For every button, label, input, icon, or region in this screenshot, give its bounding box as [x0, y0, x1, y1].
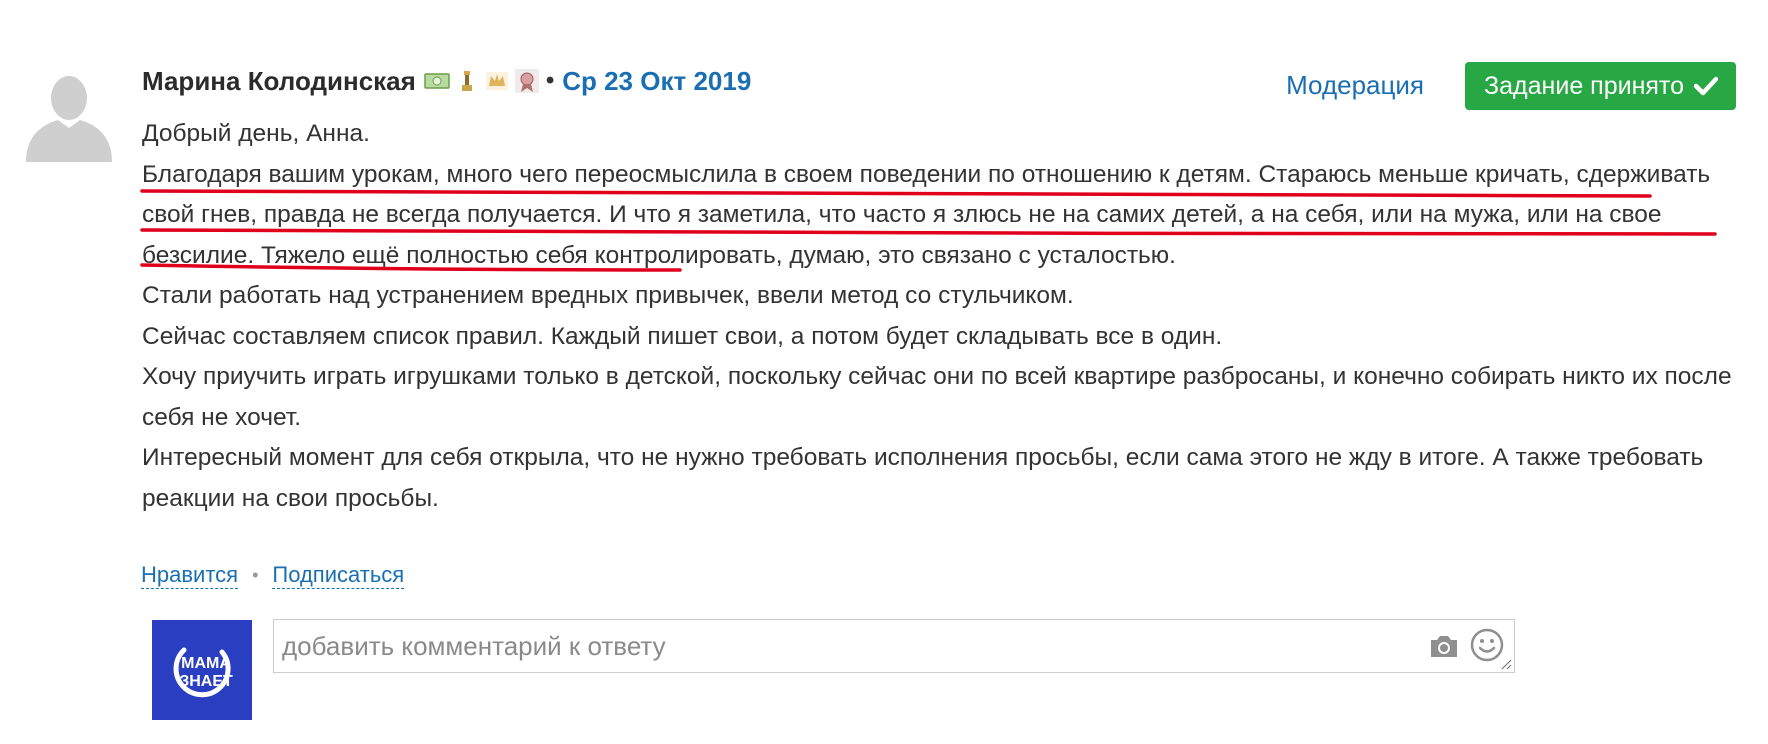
- author-badges: [424, 68, 540, 94]
- post-date[interactable]: Ср 23 Окт 2019: [562, 66, 751, 97]
- comment-paragraph: Стали работать над устранением вредных п…: [142, 282, 1074, 309]
- emoji-smile-icon[interactable]: [1470, 628, 1504, 662]
- logo-text-top: МАМА: [181, 655, 231, 672]
- task-accepted-label: Задание принято: [1484, 71, 1684, 100]
- comment-greeting: Добрый день, Анна.: [142, 120, 370, 147]
- logo-text-bottom: ЗНАЕТ: [179, 673, 233, 690]
- reply-avatar[interactable]: МАМА ЗНАЕТ: [152, 620, 252, 720]
- author-name[interactable]: Марина Колодинская: [142, 66, 416, 97]
- resize-handle-icon[interactable]: [1500, 658, 1512, 670]
- comment-paragraph: Хочу приучить играть игрушками только в …: [142, 363, 1732, 431]
- comment-paragraph: Благодаря вашим урокам, много чего перео…: [142, 155, 1742, 277]
- reply-comment-input[interactable]: [274, 620, 1400, 672]
- medal-badge-icon: [514, 69, 539, 93]
- reply-box: [273, 619, 1515, 673]
- post-actions: Нравится • Подписаться: [141, 562, 405, 589]
- moderation-link[interactable]: Модерация: [1286, 70, 1424, 101]
- money-badge-icon: [424, 73, 450, 89]
- comment-body: Добрый день, Анна. Благодаря вашим урока…: [142, 114, 1742, 519]
- comment-paragraph: Сейчас составляем список правил. Каждый …: [142, 322, 1223, 350]
- trophy-badge-icon: [461, 71, 472, 91]
- crown-badge-icon: [485, 72, 508, 90]
- checkmark-icon: [1694, 76, 1718, 96]
- user-silhouette-icon: [26, 76, 112, 162]
- author-avatar[interactable]: [22, 68, 116, 162]
- like-link[interactable]: Нравится: [141, 562, 239, 589]
- header-separator: •: [545, 67, 555, 94]
- subscribe-link[interactable]: Подписаться: [272, 562, 405, 589]
- camera-icon[interactable]: [1428, 632, 1460, 660]
- post-header: Марина Колодинская • Ср 23 Окт 2019: [142, 60, 751, 102]
- actions-separator: •: [252, 565, 259, 585]
- comment-paragraph: Интересный момент для себя открыла, что …: [142, 444, 1704, 512]
- paragraph-text: Тяжело ещё полностью себя контролировать…: [254, 241, 1176, 269]
- task-accepted-button[interactable]: Задание принято: [1465, 62, 1736, 110]
- mama-znaet-logo-icon: МАМА ЗНАЕТ: [152, 620, 252, 720]
